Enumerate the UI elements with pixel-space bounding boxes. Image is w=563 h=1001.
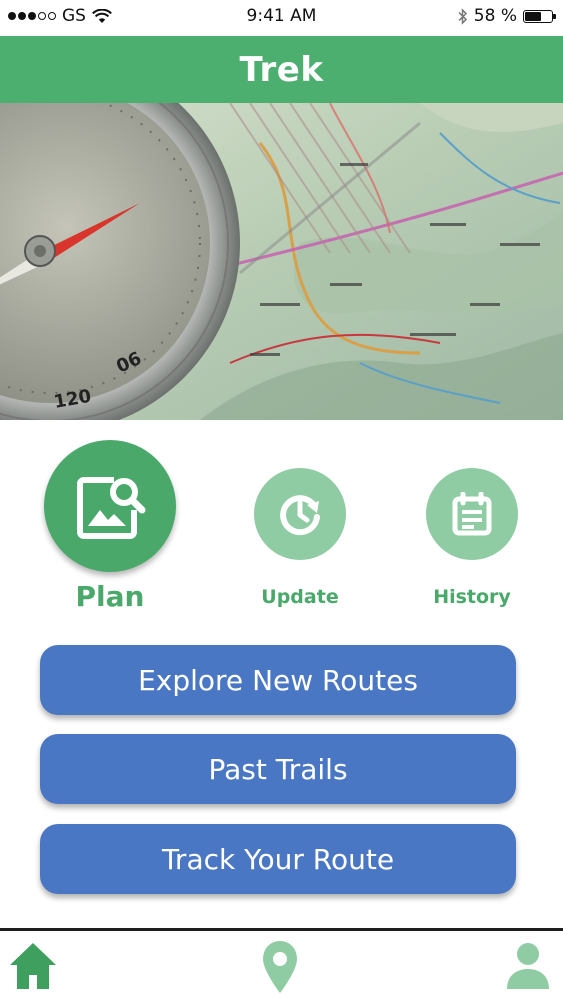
track-your-route-button[interactable]: Track Your Route — [40, 824, 516, 894]
plan-action[interactable]: Plan — [44, 440, 176, 613]
tab-profile[interactable] — [505, 939, 551, 995]
app-title: Trek — [239, 49, 324, 90]
battery-percent: 58 % — [473, 6, 517, 26]
plan-button[interactable] — [44, 440, 176, 572]
explore-new-routes-button[interactable]: Explore New Routes — [40, 645, 516, 715]
image-search-icon — [77, 477, 146, 539]
battery-icon — [523, 9, 556, 23]
plan-label: Plan — [75, 580, 145, 613]
home-icon — [10, 943, 56, 989]
hero-map-image: 06 120 — [0, 103, 563, 420]
location-pin-icon — [263, 941, 297, 993]
tab-home[interactable] — [8, 939, 58, 995]
status-bar: GS 9:41 AM 58 % — [0, 0, 563, 34]
bluetooth-icon — [458, 7, 467, 25]
calendar-list-icon — [452, 492, 492, 536]
battery-status: 58 % — [458, 6, 556, 26]
clock-refresh-icon — [280, 495, 320, 536]
user-icon — [507, 943, 549, 989]
app-header: Trek — [0, 36, 563, 103]
update-label: Update — [261, 586, 339, 608]
bottom-tab-bar — [0, 931, 563, 1001]
past-trails-button[interactable]: Past Trails — [40, 734, 516, 804]
tab-location[interactable] — [261, 939, 299, 999]
history-button[interactable] — [426, 468, 518, 560]
history-action[interactable]: History — [422, 468, 522, 608]
history-label: History — [433, 586, 511, 608]
update-button[interactable] — [254, 468, 346, 560]
map-with-compass-image: 06 120 — [0, 103, 563, 420]
update-action[interactable]: Update — [250, 468, 350, 608]
